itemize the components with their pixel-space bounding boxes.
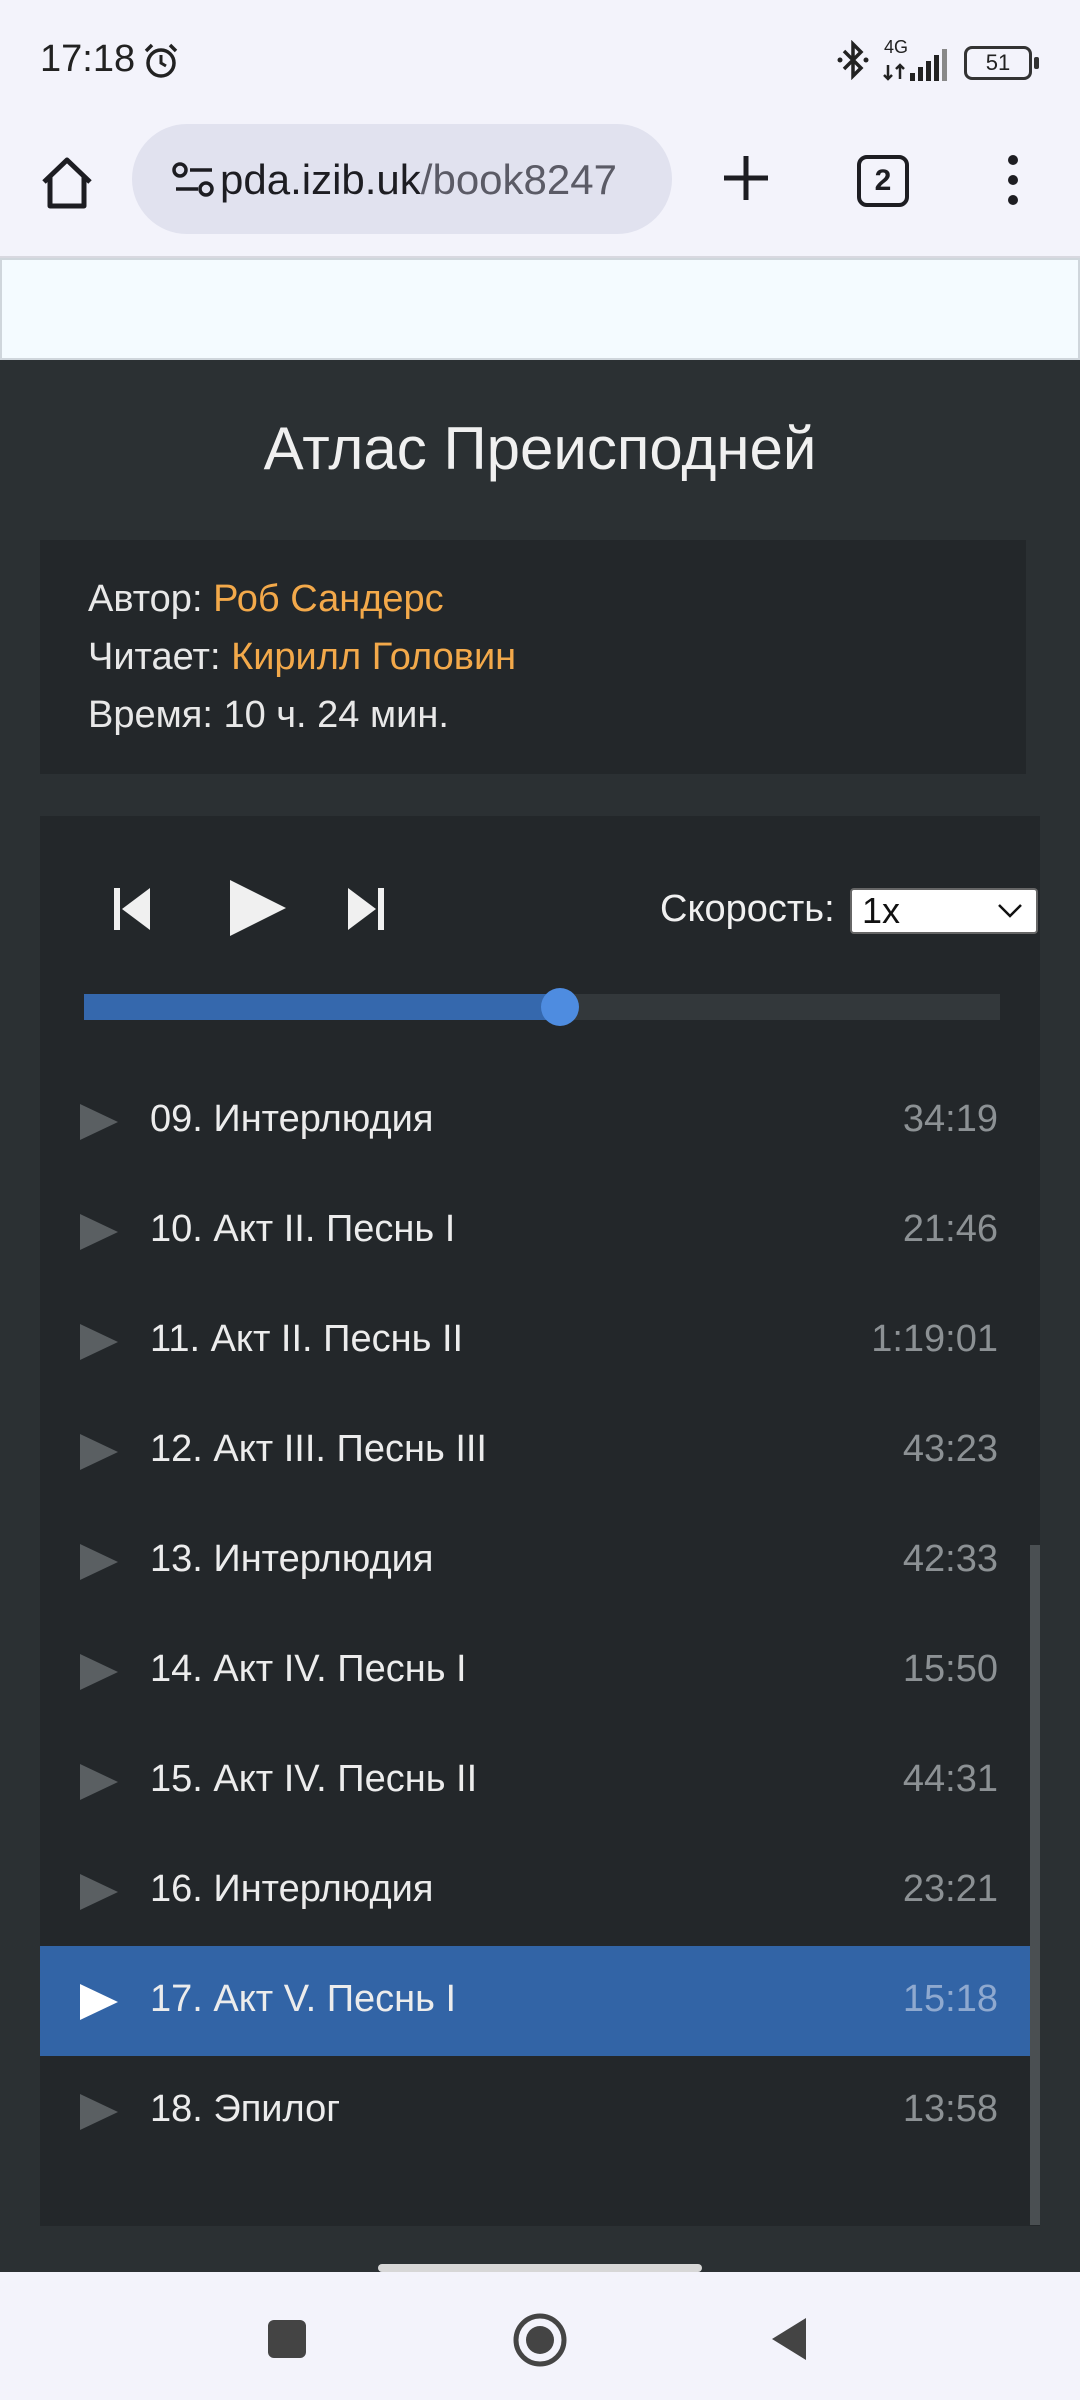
browser-toolbar: pda.izib.uk/book8247 2 <box>0 122 1080 258</box>
plus-icon[interactable] <box>716 148 776 208</box>
recents-icon[interactable] <box>268 2320 306 2358</box>
author-link[interactable]: Роб Сандерс <box>213 578 444 620</box>
track-duration: 15:50 <box>902 1648 998 1690</box>
scroll-indicator <box>378 2264 702 2272</box>
track-duration: 42:33 <box>902 1538 998 1580</box>
url-bar[interactable]: pda.izib.uk/book8247 <box>132 124 672 234</box>
reader-link[interactable]: Кирилл Головин <box>231 636 516 678</box>
track-title: 09. Интерлюдия <box>150 1098 434 1140</box>
duration-value: 10 ч. 24 мин. <box>223 694 449 736</box>
reader-label: Читает: <box>88 636 221 678</box>
author-label: Автор: <box>88 578 203 620</box>
progress-fill <box>84 994 561 1020</box>
track-title: 18. Эпилог <box>150 2088 341 2130</box>
play-icon[interactable] <box>80 1434 118 1470</box>
play-icon[interactable] <box>80 1324 118 1360</box>
play-icon[interactable] <box>80 1764 118 1800</box>
book-info: Автор: Роб Сандерс Читает: Кирилл Голови… <box>40 540 1026 774</box>
play-icon[interactable] <box>80 1104 118 1140</box>
track-duration: 13:58 <box>902 2088 998 2130</box>
track-title: 14. Акт IV. Песнь I <box>150 1648 467 1690</box>
track-title: 16. Интерлюдия <box>150 1868 434 1910</box>
track-duration: 21:46 <box>902 1208 998 1250</box>
track-title: 11. Акт II. Песнь II <box>150 1318 464 1360</box>
author-line: Автор: Роб Сандерс <box>88 570 978 628</box>
home-nav-icon[interactable] <box>512 2312 568 2368</box>
tabs-icon[interactable]: 2 <box>857 155 909 207</box>
back-icon[interactable] <box>768 2314 810 2369</box>
track-row[interactable]: 18. Эпилог 13:58 <box>40 2056 1040 2166</box>
duration-label: Время: <box>88 694 213 736</box>
progress-bar[interactable] <box>84 988 1000 1026</box>
track-title: 15. Акт IV. Песнь II <box>150 1758 478 1800</box>
track-row[interactable]: 14. Акт IV. Песнь I 15:50 <box>40 1616 1040 1726</box>
track-row[interactable]: 09. Интерлюдия 34:19 <box>40 1066 1040 1176</box>
signal-icon: 4G <box>882 37 952 83</box>
track-duration: 43:23 <box>902 1428 998 1470</box>
play-icon[interactable] <box>80 1544 118 1580</box>
speed-select[interactable]: 1x <box>850 888 1038 934</box>
track-row[interactable]: 11. Акт II. Песнь II 1:19:01 <box>40 1286 1040 1396</box>
progress-handle[interactable] <box>541 988 580 1026</box>
track-duration: 35:20 <box>903 1030 998 1031</box>
track-row[interactable]: 10. Акт II. Песнь I 21:46 <box>40 1176 1040 1286</box>
play-icon[interactable] <box>80 1984 118 2020</box>
track-duration: 23:21 <box>902 1868 998 1910</box>
speed-value: 1x <box>862 890 901 931</box>
scrollbar[interactable] <box>1030 1545 1040 2225</box>
skip-next-icon <box>348 888 384 930</box>
track-row[interactable]: 16. Интерлюдия 23:21 <box>40 1836 1040 1946</box>
top-banner <box>0 258 1080 360</box>
track-title: 10. Акт II. Песнь I <box>150 1208 456 1250</box>
track-row[interactable]: 12. Акт III. Песнь III 43:23 <box>40 1396 1040 1506</box>
status-icons: 4G 51 <box>836 37 1039 85</box>
track-duration: 1:19:01 <box>871 1318 998 1360</box>
bluetooth-icon <box>836 39 870 85</box>
track-duration: 44:31 <box>902 1758 998 1800</box>
play-icon[interactable] <box>80 1654 118 1690</box>
reader-line: Читает: Кирилл Головин <box>88 628 978 686</box>
previous-track-button[interactable] <box>112 884 152 939</box>
track-duration: 15:18 <box>902 1978 998 2020</box>
play-icon[interactable] <box>80 2094 118 2130</box>
track-list: 08. Акт I. Песнь VII 35:20 09. Интерлюдия 3… <box>40 1030 1040 2226</box>
tab-count: 2 <box>874 164 892 197</box>
track-title: 08. Акт I. Песнь VII <box>150 1030 481 1031</box>
duration-line: Время: 10 ч. 24 мин. <box>88 686 978 744</box>
track-title: 12. Акт III. Песнь III <box>150 1428 487 1470</box>
speed-label: Скорость: <box>660 888 835 930</box>
play-icon <box>230 880 286 936</box>
status-bar: 17:18 4G 51 <box>0 0 1080 122</box>
track-duration: 34:19 <box>902 1098 998 1140</box>
menu-icon[interactable] <box>998 150 1028 210</box>
page-title: Атлас Преисподней <box>263 415 817 482</box>
track-title: 13. Интерлюдия <box>150 1538 434 1580</box>
clock: 17:18 <box>40 38 136 80</box>
track-row[interactable]: 15. Акт IV. Песнь II 44:31 <box>40 1726 1040 1836</box>
play-icon[interactable] <box>80 1214 118 1250</box>
play-button[interactable] <box>226 876 290 945</box>
site-settings-icon[interactable] <box>172 160 216 205</box>
track-row[interactable]: 08. Акт I. Песнь VII 35:20 <box>40 1030 1040 1066</box>
play-icon[interactable] <box>80 1874 118 1910</box>
url-domain: pda.izib.uk <box>220 156 421 203</box>
audio-player: Скорость: 1x 08. Акт I. Песнь VII 35:20 09… <box>40 816 1040 2226</box>
track-row[interactable]: 13. Интерлюдия 42:33 <box>40 1506 1040 1616</box>
skip-previous-icon <box>114 888 150 930</box>
battery-level: 51 <box>985 49 1011 75</box>
alarm-icon <box>142 42 180 85</box>
track-row[interactable]: 17. Акт V. Песнь I 15:18 <box>40 1946 1040 2056</box>
home-icon[interactable] <box>36 152 98 214</box>
system-nav-bar <box>0 2272 1080 2400</box>
url-text: pda.izib.uk/book8247 <box>220 156 617 204</box>
track-title: 17. Акт V. Песнь I <box>150 1978 457 2020</box>
battery-icon: 51 <box>964 45 1039 80</box>
url-path: /book8247 <box>420 156 617 203</box>
chevron-down-icon <box>998 904 1022 918</box>
next-track-button[interactable] <box>346 884 386 939</box>
